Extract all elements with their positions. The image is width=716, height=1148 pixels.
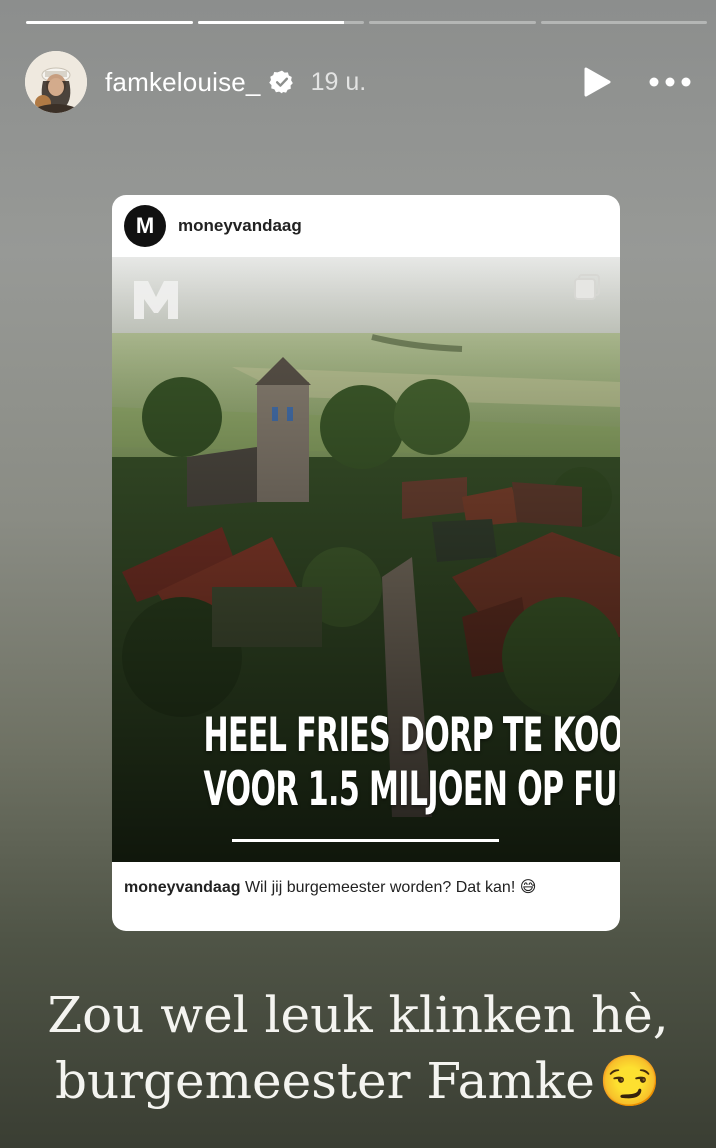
progress-segment-2	[197, 21, 364, 24]
story-header: famkelouise_ 19 u.	[25, 50, 691, 114]
story-progress-bar	[26, 21, 707, 25]
overlay-text-line-1: Zou wel leuk klinken hè,	[47, 986, 669, 1044]
progress-segment-3	[369, 21, 536, 24]
headline-line-1: HEEL FRIES DORP TE KOOP	[203, 708, 620, 763]
story-username[interactable]: famkelouise_	[105, 67, 261, 98]
moneyvandaag-avatar[interactable]: M	[124, 205, 166, 247]
caption-username[interactable]: moneyvandaag	[124, 879, 240, 896]
more-options-icon[interactable]	[649, 77, 691, 87]
caption-text: Wil jij burgemeester worden? Dat kan!	[244, 879, 516, 896]
shared-post-card[interactable]: M moneyvandaag HEEL FRIES DORP TE KOOP V…	[112, 195, 620, 931]
verified-badge-icon	[268, 69, 295, 95]
headline-divider	[232, 839, 499, 842]
shared-post-caption: moneyvandaag Wil jij burgemeester worden…	[124, 877, 536, 897]
story-time-ago: 19 u.	[310, 67, 367, 96]
play-icon[interactable]	[583, 67, 611, 97]
overlay-text-line-2: burgemeester Famke	[54, 1052, 595, 1110]
progress-segment-1	[26, 21, 193, 24]
smirk-emoji-icon: 😏	[598, 1052, 662, 1110]
headline-line-2: VOOR 1.5 MILJOEN OP FUNDA	[203, 762, 620, 817]
avatar[interactable]	[25, 51, 87, 113]
progress-segment-4	[540, 21, 707, 24]
post-headline: HEEL FRIES DORP TE KOOP VOOR 1.5 MILJOEN…	[203, 708, 620, 817]
shared-post-header: M moneyvandaag	[112, 195, 620, 257]
aerial-village-photo[interactable]: HEEL FRIES DORP TE KOOP VOOR 1.5 MILJOEN…	[112, 257, 620, 862]
story-overlay-text: Zou wel leuk klinken hè, burgemeester Fa…	[0, 982, 716, 1114]
sweat-smile-emoji-icon: 😅	[519, 879, 537, 896]
shared-post-username[interactable]: moneyvandaag	[178, 216, 302, 236]
